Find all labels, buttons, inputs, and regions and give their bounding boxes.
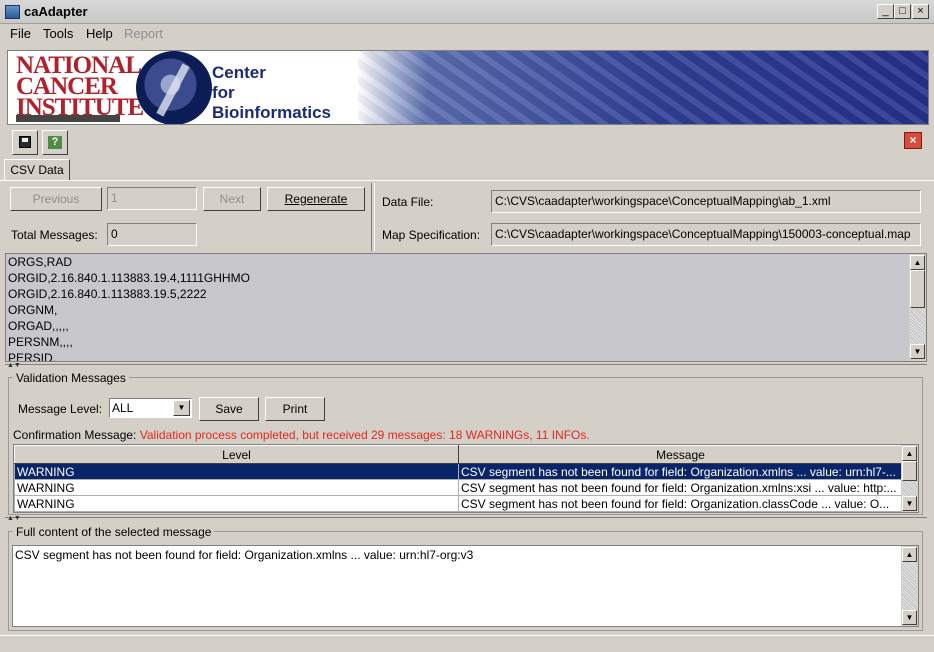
- full-content-area[interactable]: CSV segment has not been found for field…: [12, 545, 919, 627]
- total-messages-field[interactable]: 0: [107, 223, 197, 246]
- level-cell: WARNING: [14, 479, 459, 496]
- message-cell: CSV segment has not been found for field…: [458, 463, 903, 480]
- scroll-track[interactable]: [902, 481, 917, 496]
- minimize-button[interactable]: _: [877, 4, 894, 19]
- message-cell: CSV segment has not been found for field…: [458, 495, 903, 512]
- regenerate-button[interactable]: Regenerate: [267, 187, 365, 211]
- level-cell: WARNING: [14, 495, 459, 512]
- close-panel-button[interactable]: ×: [904, 132, 922, 149]
- messages-table: Level Message WARNING CSV segment has no…: [14, 445, 903, 512]
- tab-divider: [0, 180, 934, 181]
- print-messages-button[interactable]: Print: [265, 397, 325, 421]
- chevron-down-icon[interactable]: ▼: [173, 400, 190, 416]
- horizontal-splitter[interactable]: ▲▼: [5, 515, 927, 523]
- scroll-down-icon[interactable]: ▼: [910, 344, 925, 359]
- scroll-up-icon[interactable]: ▲: [910, 255, 925, 270]
- bioinformatics-emblem: [136, 51, 212, 124]
- message-level-label: Message Level:: [18, 402, 103, 416]
- help-button[interactable]: ?: [42, 130, 68, 155]
- total-messages-label: Total Messages:: [11, 228, 98, 242]
- map-spec-label: Map Specification:: [382, 228, 481, 242]
- scroll-thumb[interactable]: [902, 461, 917, 481]
- scroll-track[interactable]: [910, 308, 925, 344]
- validation-messages-title: Validation Messages: [13, 371, 129, 385]
- messages-table-container: Level Message WARNING CSV segment has no…: [13, 444, 919, 513]
- csv-scrollbar[interactable]: ▲ ▼: [909, 254, 926, 361]
- save-messages-button[interactable]: Save: [199, 397, 259, 421]
- status-bar: [0, 635, 934, 652]
- menu-tools[interactable]: Tools: [43, 26, 73, 41]
- help-icon: ?: [48, 136, 62, 149]
- save-icon: [19, 136, 31, 148]
- tab-csv-data[interactable]: CSV Data: [4, 159, 70, 181]
- center-for-bioinformatics-title: Center for Bioinformatics: [212, 63, 332, 122]
- scroll-down-icon[interactable]: ▼: [902, 496, 917, 511]
- scroll-down-icon[interactable]: ▼: [902, 610, 917, 625]
- message-level-select[interactable]: ALL ▼: [109, 398, 192, 418]
- next-button[interactable]: Next: [203, 187, 261, 211]
- csv-line: ORGS,RAD: [8, 255, 73, 269]
- message-cell: CSV segment has not been found for field…: [458, 479, 903, 496]
- column-header-level[interactable]: Level: [14, 445, 459, 464]
- save-button[interactable]: [12, 130, 38, 155]
- messages-scrollbar[interactable]: ▲ ▼: [901, 445, 918, 512]
- nci-banner: NATIONAL CANCER INSTITUTE Center for Bio…: [7, 50, 929, 125]
- nci-logo: NATIONAL CANCER INSTITUTE: [16, 52, 144, 121]
- full-content-title: Full content of the selected message: [13, 525, 215, 539]
- app-icon: [5, 5, 20, 19]
- data-file-field[interactable]: C:\CVS\caadapter\workingspace\Conceptual…: [491, 190, 921, 213]
- horizontal-splitter[interactable]: ▲▼: [5, 362, 927, 370]
- table-row[interactable]: WARNING CSV segment has not been found f…: [14, 479, 903, 496]
- dna-background: [358, 51, 928, 124]
- csv-line: PERSID,: [8, 351, 57, 362]
- window-title: caAdapter: [24, 4, 88, 19]
- level-cell: WARNING: [14, 463, 459, 480]
- nci-logo-bar: [16, 115, 120, 122]
- previous-button[interactable]: Previous: [10, 187, 102, 211]
- scroll-up-icon[interactable]: ▲: [902, 446, 917, 461]
- confirmation-text: Validation process completed, but receiv…: [139, 428, 590, 442]
- scroll-thumb[interactable]: [910, 270, 925, 308]
- table-row[interactable]: WARNING CSV segment has not been found f…: [14, 495, 903, 512]
- csv-line: ORGNM,: [8, 303, 58, 317]
- csv-line: ORGID,2.16.840.1.113883.19.5,2222: [8, 287, 207, 301]
- toolbar: ? ×: [0, 129, 934, 159]
- csv-line: PERSNM,,,,: [8, 335, 73, 349]
- confirmation-message: Confirmation Message: Validation process…: [13, 428, 590, 442]
- full-content-scrollbar[interactable]: ▲ ▼: [901, 546, 918, 626]
- csv-line: ORGAD,,,,,: [8, 319, 69, 333]
- menu-bar: File Tools Help Report: [0, 24, 934, 44]
- page-number-field[interactable]: 1: [107, 187, 197, 210]
- data-file-label: Data File:: [382, 195, 434, 209]
- map-spec-field[interactable]: C:\CVS\caadapter\workingspace\Conceptual…: [491, 223, 921, 246]
- menu-help[interactable]: Help: [86, 26, 113, 41]
- column-header-message[interactable]: Message: [458, 445, 903, 464]
- menu-report[interactable]: Report: [124, 26, 163, 41]
- scroll-up-icon[interactable]: ▲: [902, 547, 917, 562]
- menu-file[interactable]: File: [10, 26, 31, 41]
- maximize-button[interactable]: □: [894, 4, 911, 19]
- csv-line: ORGID,2.16.840.1.113883.19.4,1111GHHMO: [8, 271, 250, 285]
- scroll-track[interactable]: [902, 562, 917, 610]
- close-window-button[interactable]: ×: [912, 4, 929, 19]
- vertical-splitter[interactable]: [371, 183, 375, 251]
- full-content-text: CSV segment has not been found for field…: [15, 548, 474, 562]
- csv-content-area[interactable]: ORGS,RAD ORGID,2.16.840.1.113883.19.4,11…: [5, 253, 927, 362]
- confirmation-label: Confirmation Message:: [13, 428, 137, 442]
- table-row[interactable]: WARNING CSV segment has not been found f…: [14, 463, 903, 480]
- title-bar: caAdapter _ □ ×: [0, 0, 934, 24]
